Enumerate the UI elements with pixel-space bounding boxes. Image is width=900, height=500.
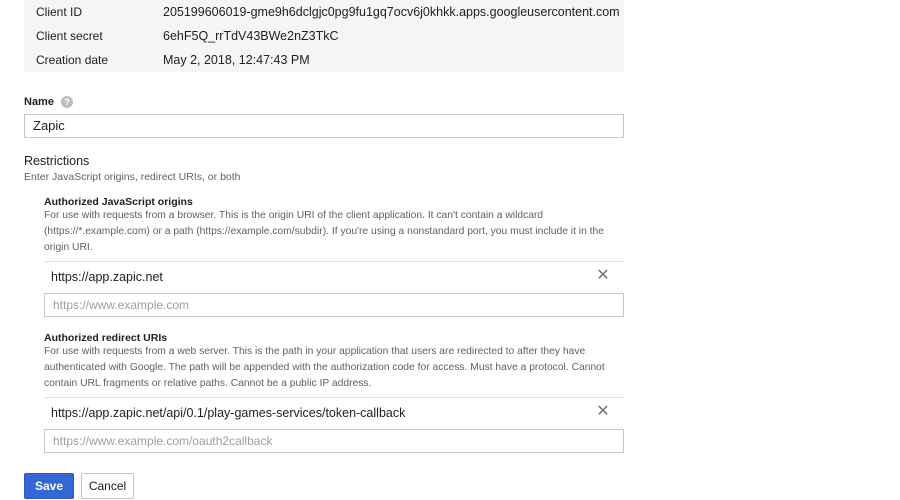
creation-date-value: May 2, 2018, 12:47:43 PM <box>163 53 310 67</box>
js-origins-description: For use with requests from a browser. Th… <box>44 210 604 253</box>
js-origin-entry: https://app.zapic.net ✕ <box>44 261 624 293</box>
redirect-uri-entry-text: https://app.zapic.net/api/0.1/play-games… <box>51 406 406 420</box>
close-icon[interactable]: ✕ <box>596 404 610 420</box>
redirect-uri-entry: https://app.zapic.net/api/0.1/play-games… <box>44 397 624 429</box>
creation-date-label: Creation date <box>36 53 109 67</box>
client-id-value: 205199606019-gme9h6dclgjc0pg9fu1gq7ocv6j… <box>163 5 620 19</box>
close-icon[interactable]: ✕ <box>596 268 610 284</box>
restrictions-title: Restrictions <box>24 154 90 168</box>
name-label: Name <box>24 96 54 108</box>
js-origins-title: Authorized JavaScript origins <box>44 196 193 208</box>
name-input[interactable]: Zapic <box>24 114 624 138</box>
js-origin-entry-text: https://app.zapic.net <box>51 270 163 284</box>
js-origin-input[interactable] <box>44 293 624 317</box>
client-secret-label: Client secret <box>36 29 103 43</box>
oauth-client-edit-page: Client ID 205199606019-gme9h6dclgjc0pg9f… <box>0 0 900 500</box>
client-info-panel: Client ID 205199606019-gme9h6dclgjc0pg9f… <box>24 0 624 72</box>
restrictions-subtitle: Enter JavaScript origins, redirect URIs,… <box>24 171 241 183</box>
client-secret-value: 6ehF5Q_rrTdV43BWe2nZ3TkC <box>163 29 339 43</box>
redirect-uris-title: Authorized redirect URIs <box>44 332 168 344</box>
help-circle-icon[interactable]: ? <box>61 96 73 108</box>
save-button[interactable]: Save <box>24 473 74 499</box>
redirect-uri-input[interactable] <box>44 429 624 453</box>
redirect-uris-description: For use with requests from a web server.… <box>44 346 605 389</box>
cancel-button[interactable]: Cancel <box>81 473 134 499</box>
client-id-label: Client ID <box>36 5 83 19</box>
